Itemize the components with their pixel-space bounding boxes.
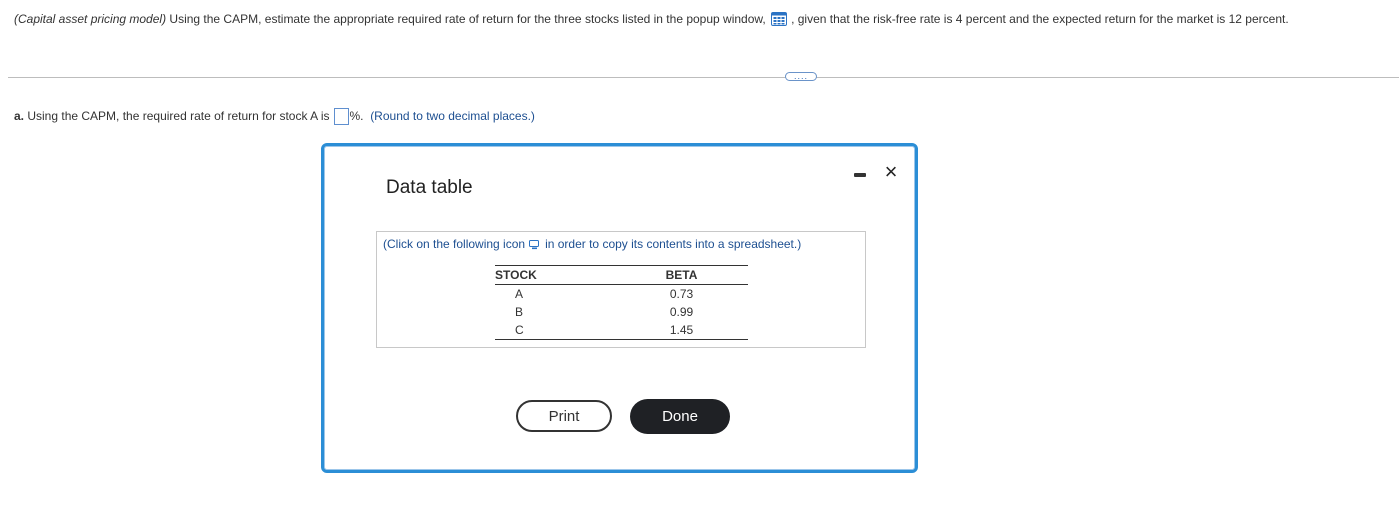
- section-divider: [8, 77, 1399, 78]
- copy-hint: (Click on the following icon in order to …: [383, 237, 801, 253]
- table-header-row: STOCK BETA: [495, 265, 748, 285]
- copy-hint-end: in order to copy its contents into a spr…: [545, 237, 802, 251]
- stock-cell: B: [515, 305, 524, 319]
- table-row: B 0.99: [495, 303, 748, 321]
- table-row: A 0.73: [495, 285, 748, 304]
- beta-cell: 1.45: [615, 321, 748, 340]
- copy-hint-start: (Click on the following icon: [383, 237, 526, 251]
- minimize-icon[interactable]: [854, 171, 866, 177]
- header-beta: BETA: [615, 265, 748, 285]
- question-text: (Capital asset pricing model) Using the …: [14, 11, 1399, 30]
- table-row: C 1.45: [495, 321, 748, 340]
- question-topic: (Capital asset pricing model): [14, 12, 167, 26]
- part-a-question: a. Using the CAPM, the required rate of …: [14, 108, 535, 125]
- expand-button[interactable]: ....: [785, 72, 817, 81]
- beta-cell: 0.99: [669, 305, 694, 319]
- part-a-text: Using the CAPM, the required rate of ret…: [24, 109, 330, 123]
- done-button[interactable]: Done: [630, 399, 730, 434]
- table-icon[interactable]: [771, 12, 788, 30]
- data-table-frame: (Click on the following icon in order to …: [376, 231, 866, 348]
- data-table-popup: Data table × (Click on the following ico…: [321, 143, 918, 473]
- rounding-hint: (Round to two decimal places.): [370, 109, 535, 123]
- question-body: Using the CAPM, estimate the appropriate…: [166, 12, 766, 26]
- stock-cell: C: [495, 321, 615, 340]
- print-button[interactable]: Print: [516, 400, 612, 432]
- part-label: a.: [14, 109, 25, 123]
- popup-title: Data table: [386, 177, 473, 198]
- beta-table: STOCK BETA A 0.73 B 0.99 C 1.45: [495, 265, 748, 340]
- percent-suffix: %.: [349, 109, 364, 123]
- beta-cell: 0.73: [669, 287, 694, 301]
- answer-input[interactable]: [333, 108, 349, 125]
- ellipsis-icon: ....: [793, 72, 808, 81]
- copy-icon[interactable]: [529, 239, 540, 253]
- stock-cell: A: [515, 287, 524, 301]
- question-body-end: , given that the risk-free rate is 4 per…: [791, 12, 1289, 26]
- close-icon[interactable]: ×: [881, 161, 901, 183]
- header-stock: STOCK: [495, 265, 615, 285]
